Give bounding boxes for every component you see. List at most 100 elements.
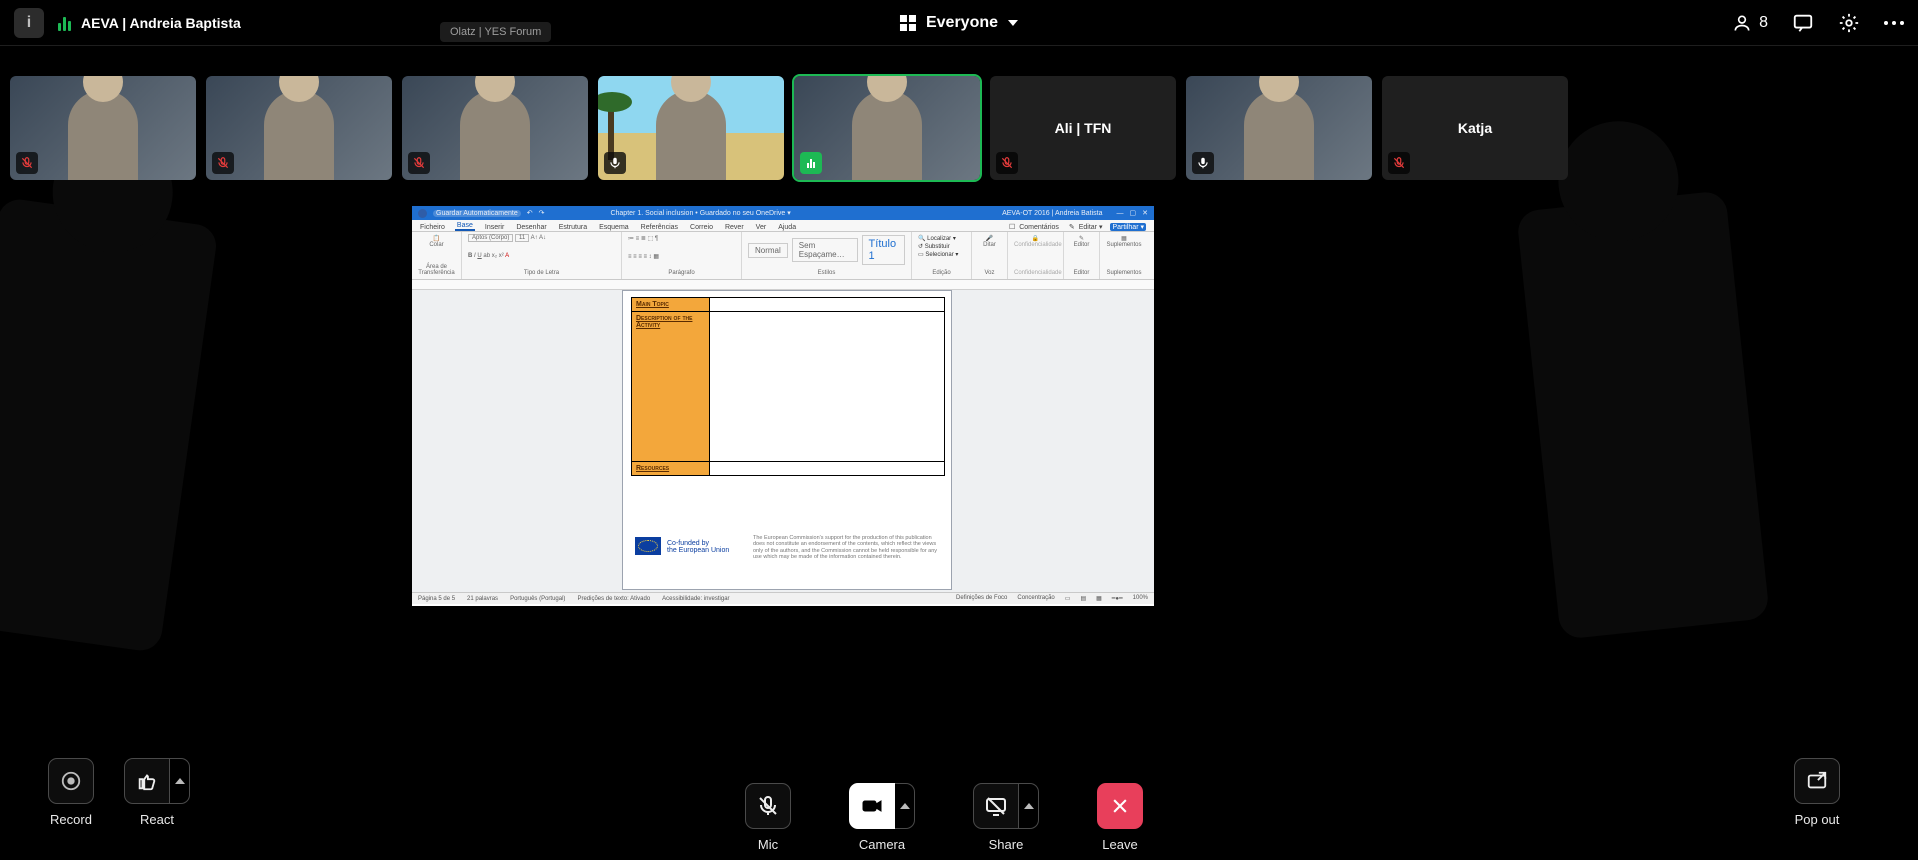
superscript-icon[interactable]: x² <box>499 253 504 259</box>
word-account[interactable]: AEVA-OT 2016 | Andreia Batista <box>1002 210 1102 217</box>
participant-tile[interactable]: Katja <box>1382 76 1568 180</box>
react-more[interactable] <box>170 758 190 804</box>
settings-button[interactable] <box>1838 12 1860 34</box>
chat-button[interactable] <box>1792 12 1814 34</box>
word-canvas[interactable]: Main Topic Description of the Activity R… <box>412 290 1154 592</box>
participant-tile[interactable] <box>206 76 392 180</box>
font-size-select[interactable]: 11 <box>515 234 529 242</box>
shrink-font-icon[interactable]: A↓ <box>539 235 546 241</box>
tab-ver[interactable]: Ver <box>754 224 769 231</box>
underline-icon[interactable]: U <box>477 253 481 259</box>
participant-filmstrip: Ali | TFN Katja <box>0 46 1918 188</box>
leave-label: Leave <box>1102 837 1137 852</box>
participant-tile[interactable] <box>598 76 784 180</box>
dictate-button[interactable]: 🎤Ditar <box>978 235 1001 248</box>
mic-live-icon <box>1192 152 1214 174</box>
status-page[interactable]: Página 5 de 5 <box>418 596 455 602</box>
word-autosave-toggle[interactable]: Guardar Automaticamente <box>433 210 521 217</box>
status-focus[interactable]: Definições de Foco <box>956 595 1007 602</box>
sensitivity-button[interactable]: 🔒Confidencialidade <box>1014 235 1057 248</box>
style-heading1[interactable]: Título 1 <box>862 235 905 265</box>
tab-inserir[interactable]: Inserir <box>483 224 506 231</box>
ribbon-caption: Confidencialidade <box>1014 270 1057 276</box>
tab-correio[interactable]: Correio <box>688 224 715 231</box>
record-button[interactable] <box>48 758 94 804</box>
grow-font-icon[interactable]: A↑ <box>531 235 538 241</box>
participant-tile[interactable] <box>1186 76 1372 180</box>
zoom-slider[interactable]: ━●━ <box>1112 595 1123 602</box>
table-cell[interactable] <box>710 462 945 476</box>
word-edit-button[interactable]: ✎ Editar ▾ <box>1067 223 1107 231</box>
word-share-button[interactable]: Partilhar ▾ <box>1110 223 1146 231</box>
ribbon-caption: Editor <box>1070 270 1093 276</box>
word-paste-button[interactable]: Colar <box>429 242 443 248</box>
info-button[interactable]: i <box>14 8 44 38</box>
word-comments-button[interactable]: ☐ Comentários <box>1007 223 1063 231</box>
tab-referencias[interactable]: Referências <box>639 224 680 231</box>
participant-tile[interactable] <box>10 76 196 180</box>
style-normal[interactable]: Normal <box>748 243 788 258</box>
eu-flag-icon <box>635 537 661 555</box>
find-button[interactable]: 🔍 Localizar ▾ <box>918 235 965 242</box>
word-close-icon[interactable]: ✕ <box>1142 209 1148 217</box>
select-button[interactable]: ▭ Selecionar ▾ <box>918 251 965 258</box>
tab-esquema[interactable]: Esquema <box>597 224 631 231</box>
tab-rever[interactable]: Rever <box>723 224 746 231</box>
tab-desenhar[interactable]: Desenhar <box>514 224 548 231</box>
word-redo-icon[interactable]: ↷ <box>539 209 545 217</box>
ribbon-caption: Parágrafo <box>628 270 735 276</box>
font-color-icon[interactable]: A <box>505 253 509 259</box>
word-filename[interactable]: Chapter 1. Social inclusion • Guardado n… <box>610 209 790 217</box>
tab-ajuda[interactable]: Ajuda <box>776 224 798 231</box>
word-statusbar: Página 5 de 5 21 palavras Português (Por… <box>412 592 1154 604</box>
participant-tile[interactable] <box>794 76 980 180</box>
share-more[interactable] <box>1019 783 1039 829</box>
style-nospace[interactable]: Sem Espaçame… <box>792 238 858 262</box>
participants-button[interactable]: 8 <box>1731 12 1768 34</box>
leave-button[interactable] <box>1097 783 1143 829</box>
font-name-select[interactable]: Aptos (Corpo) <box>468 234 513 242</box>
view-read-icon[interactable]: ▭ <box>1065 595 1071 602</box>
status-zoom[interactable]: 100% <box>1133 595 1148 602</box>
view-print-icon[interactable]: ▤ <box>1080 595 1086 602</box>
background-silhouette <box>0 197 219 653</box>
tab-ficheiro[interactable]: Ficheiro <box>418 224 447 231</box>
react-button[interactable] <box>124 758 190 804</box>
table-cell[interactable] <box>710 312 945 462</box>
camera-button[interactable] <box>849 783 915 829</box>
activity-table: Main Topic Description of the Activity R… <box>631 297 945 476</box>
editor-button[interactable]: ✎Editor <box>1070 235 1093 248</box>
status-words[interactable]: 21 palavras <box>467 596 498 602</box>
share-button[interactable] <box>973 783 1039 829</box>
word-undo-icon[interactable]: ↶ <box>527 209 533 217</box>
background-silhouette <box>1516 190 1770 640</box>
word-minimize-icon[interactable]: — <box>1117 210 1124 217</box>
ribbon-caption: Voz <box>978 270 1001 276</box>
word-ribbon: 📋Colar Área de Transferência Aptos (Corp… <box>412 232 1154 280</box>
tab-estrutura[interactable]: Estrutura <box>557 224 589 231</box>
addins-button[interactable]: ▦Suplementos <box>1106 235 1142 248</box>
status-concentrate[interactable]: Concentração <box>1017 595 1054 602</box>
status-predict[interactable]: Predições de texto: Ativado <box>577 596 650 602</box>
status-lang[interactable]: Português (Portugal) <box>510 596 565 602</box>
subscript-icon[interactable]: x₂ <box>492 253 497 259</box>
participant-tile[interactable]: Ali | TFN <box>990 76 1176 180</box>
table-cell[interactable] <box>710 298 945 312</box>
view-web-icon[interactable]: ▦ <box>1096 595 1102 602</box>
strike-icon[interactable]: ab <box>483 253 490 259</box>
replace-button[interactable]: ↺ Substituir <box>918 243 965 250</box>
tab-base[interactable]: Base <box>455 222 475 231</box>
status-a11y[interactable]: Acessibilidade: investigar <box>662 596 729 602</box>
mic-button[interactable] <box>745 783 791 829</box>
participant-tile[interactable] <box>402 76 588 180</box>
popout-button[interactable] <box>1794 758 1840 804</box>
camera-more[interactable] <box>895 783 915 829</box>
layout-dropdown[interactable]: Everyone <box>900 14 1018 32</box>
mic-muted-icon <box>408 152 430 174</box>
grid-icon <box>900 15 916 31</box>
word-maximize-icon[interactable]: ▢ <box>1130 209 1137 217</box>
bold-icon[interactable]: B <box>468 253 472 259</box>
more-button[interactable] <box>1884 21 1904 25</box>
ribbon-caption: Edição <box>918 270 965 276</box>
italic-icon[interactable]: I <box>474 253 476 259</box>
